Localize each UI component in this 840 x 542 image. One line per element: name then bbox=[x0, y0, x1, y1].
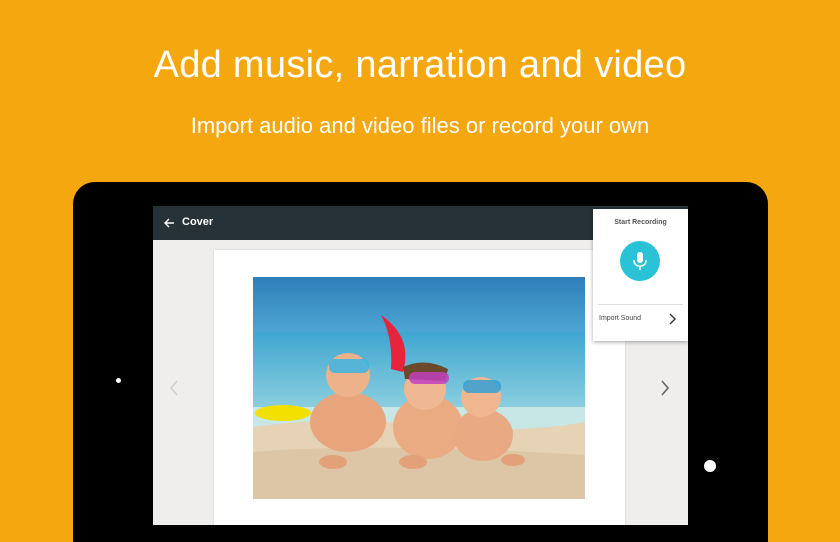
microphone-icon bbox=[633, 252, 647, 270]
recording-popup: Start Recording Import Sound bbox=[593, 209, 688, 341]
chevron-left-icon[interactable] bbox=[167, 379, 181, 397]
promo-subline: Import audio and video files or record y… bbox=[190, 113, 650, 138]
popup-divider bbox=[598, 304, 683, 305]
tablet-camera bbox=[116, 378, 121, 383]
tablet-home-button bbox=[704, 460, 716, 472]
start-recording-label: Start Recording bbox=[614, 219, 667, 226]
arrow-back-icon[interactable] bbox=[161, 215, 177, 231]
cover-photo[interactable] bbox=[253, 277, 585, 499]
import-sound-label: Import Sound bbox=[599, 315, 642, 322]
chevron-right-icon bbox=[669, 313, 676, 325]
toolbar-title: Cover bbox=[182, 216, 214, 228]
chevron-right-icon[interactable] bbox=[658, 379, 672, 397]
import-sound-button[interactable]: Import Sound bbox=[593, 307, 688, 329]
record-button[interactable] bbox=[620, 241, 660, 281]
promo-headline: Add music, narration and video bbox=[153, 44, 687, 86]
book-page bbox=[214, 250, 625, 525]
